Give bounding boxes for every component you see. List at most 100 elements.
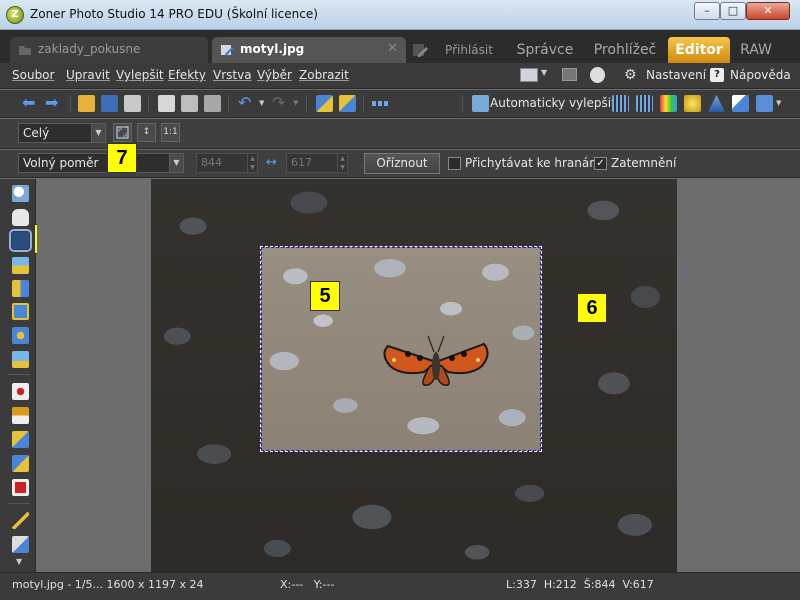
open-folder-icon[interactable] [78, 95, 95, 112]
retouch-brush-icon[interactable] [12, 455, 29, 472]
edit-icon[interactable] [732, 95, 749, 112]
copy-icon[interactable] [158, 95, 175, 112]
curves-icon[interactable] [636, 95, 653, 112]
close-tab-icon[interactable]: ✕ [387, 41, 398, 56]
tab-row: zaklady_pokusne motyl.jpg ✕ Přihlásit Sp… [0, 30, 800, 63]
help-menu[interactable]: Nápověda [730, 68, 791, 82]
levels-icon[interactable] [612, 95, 629, 112]
image-canvas[interactable] [37, 179, 800, 572]
forward-arrow-icon[interactable]: ➡ [45, 93, 58, 112]
crop-height-field[interactable]: 617 ▲ ▼ [286, 153, 348, 173]
user-icon[interactable] [590, 67, 605, 83]
canvas-tool-icon[interactable] [12, 351, 29, 368]
minimize-button[interactable]: – [694, 2, 720, 20]
spinner-arrows-icon[interactable]: ▲ ▼ [337, 154, 347, 172]
hand-tool-icon[interactable] [12, 209, 29, 226]
spinner-arrows-icon[interactable]: ▲ ▼ [247, 154, 257, 172]
perspective-tool-icon[interactable] [12, 280, 29, 297]
chevron-down-icon: ▼ [293, 99, 299, 107]
mode-tab-editor[interactable]: Editor [668, 37, 730, 63]
login-link[interactable]: Přihlásit [436, 37, 502, 63]
chevron-down-icon[interactable]: ▼ [259, 99, 264, 107]
mode-tab-raw[interactable]: RAW [732, 37, 780, 63]
edit-mode-icon[interactable] [412, 42, 430, 58]
menu-vylepsit[interactable]: Vylepšit [116, 68, 164, 82]
zoom-select[interactable]: Celý ▼ [18, 123, 106, 143]
tool-separator [8, 374, 30, 375]
chevron-down-icon[interactable]: ▼ [776, 99, 781, 107]
patch-tool-icon[interactable] [12, 479, 29, 496]
display-mode-icon[interactable] [520, 68, 538, 82]
aspect-ratio-select[interactable]: Volný poměr ▼ [18, 153, 184, 173]
chevron-down-icon[interactable]: ▼ [541, 68, 547, 77]
folder-icon [19, 46, 31, 55]
toolbar-separator [462, 95, 463, 113]
red-eye-tool-icon[interactable] [12, 383, 29, 400]
document-tab-zaklady-pokusne[interactable]: zaklady_pokusne [10, 37, 208, 63]
menu-upravit[interactable]: Upravit [66, 68, 110, 82]
close-window-button[interactable]: ✕ [746, 2, 790, 20]
paste-icon[interactable] [181, 95, 198, 112]
clone-stamp-icon[interactable] [12, 407, 29, 424]
menu-bar: Soubor Upravit Vylepšit Efekty Vrstva Vý… [0, 63, 800, 89]
menu-vyber[interactable]: Výběr [257, 68, 292, 82]
fit-height-button[interactable]: ↕ [137, 123, 156, 142]
actual-size-button[interactable]: 1:1 [161, 123, 180, 142]
document-tab-label: zaklady_pokusne [38, 42, 141, 56]
more-tools-icon[interactable] [372, 101, 390, 106]
magic-wand-icon[interactable] [472, 95, 489, 112]
paste-special-icon[interactable] [204, 95, 221, 112]
mode-tab-spravce[interactable]: Správce [510, 37, 580, 63]
gear-icon[interactable]: ⚙ [624, 67, 637, 83]
status-crop-info: L:337 H:212 Š:844 V:617 [506, 578, 654, 591]
fit-screen-button[interactable] [113, 123, 132, 142]
export-icon[interactable] [756, 95, 773, 112]
crop-tool-icon[interactable] [9, 229, 32, 252]
resize-tool-icon[interactable] [12, 303, 29, 320]
menu-efekty[interactable]: Efekty [168, 68, 206, 82]
menu-zobrazit[interactable]: Zobrazit [299, 68, 349, 82]
color-balance-icon[interactable] [660, 95, 677, 112]
app-logo-icon: Z [6, 6, 24, 24]
help-icon[interactable]: ? [710, 68, 724, 82]
undo-icon[interactable]: ↶ [238, 93, 251, 112]
dim-checkbox[interactable]: ✓ [594, 157, 607, 170]
swap-dimensions-icon[interactable]: ↔ [266, 155, 277, 170]
snap-edges-checkbox[interactable] [448, 157, 461, 170]
zoom-tool-icon[interactable] [12, 185, 29, 202]
fit-screen-icon [116, 126, 129, 139]
fill-tool-icon[interactable] [12, 536, 29, 553]
sharpen-icon[interactable] [708, 95, 725, 112]
distortion-tool-icon[interactable] [12, 327, 29, 344]
document-tab-motyl[interactable]: motyl.jpg ✕ [212, 37, 406, 63]
annotation-marker-6: 6 [577, 293, 607, 323]
mode-tab-prohlizec[interactable]: Prohlížeč [588, 37, 662, 63]
brush-tool-icon[interactable] [12, 512, 29, 529]
compare-split-icon[interactable] [339, 95, 356, 112]
dim-label: Zatemnění [611, 156, 677, 170]
status-file-info: motyl.jpg - 1/5... 1600 x 1197 x 24 [12, 578, 204, 591]
back-arrow-icon[interactable]: ⬅ [22, 93, 35, 112]
menu-soubor[interactable]: Soubor [12, 68, 54, 82]
menu-vrstva[interactable]: Vrstva [213, 68, 252, 82]
maximize-button[interactable]: □ [720, 2, 746, 20]
window-title: Zoner Photo Studio 14 PRO EDU (Školní li… [30, 7, 318, 21]
print-icon[interactable] [124, 95, 141, 112]
dual-monitor-icon[interactable] [562, 68, 577, 81]
toolbar-separator [228, 95, 229, 113]
toolbar-separator [148, 95, 149, 113]
crop-button[interactable]: Oříznout [364, 153, 440, 174]
crop-selection[interactable] [260, 246, 542, 452]
crop-width-field[interactable]: 844 ▲ ▼ [196, 153, 258, 173]
compare-icon[interactable] [316, 95, 333, 112]
photo-image[interactable] [151, 179, 677, 572]
chevron-down-icon: ▼ [91, 124, 105, 142]
save-icon[interactable] [101, 95, 118, 112]
auto-enhance-button[interactable]: Automaticky vylepšit [490, 96, 616, 110]
more-tools-chevron-icon[interactable]: ▼ [16, 557, 22, 566]
toolbar-separator [70, 95, 71, 113]
horizon-tool-icon[interactable] [12, 257, 29, 274]
healing-brush-icon[interactable] [12, 431, 29, 448]
brightness-icon[interactable] [684, 95, 701, 112]
settings-menu[interactable]: Nastavení [646, 68, 706, 82]
